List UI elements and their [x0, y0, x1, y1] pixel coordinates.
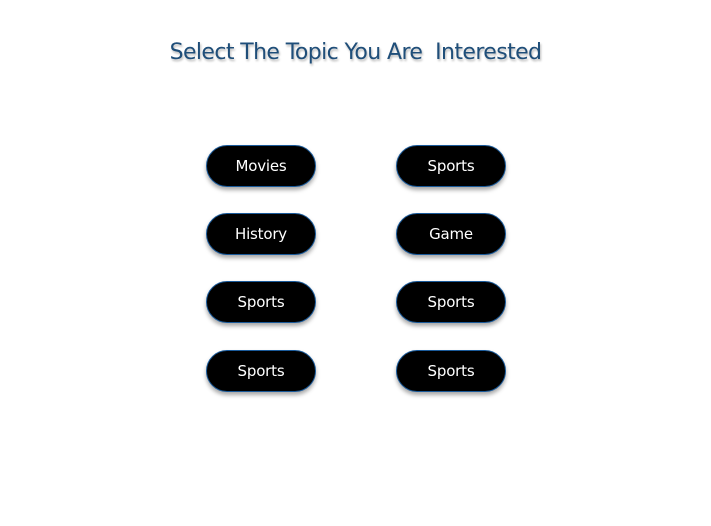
topic-button-sports-4[interactable]: Sports: [206, 350, 316, 392]
topic-button-history[interactable]: History: [206, 213, 316, 255]
topic-button-sports-5[interactable]: Sports: [396, 350, 506, 392]
topic-selection-page: Select The Topic You Are Interested Movi…: [0, 0, 711, 526]
topic-button-sports-2[interactable]: Sports: [206, 281, 316, 323]
topic-button-game[interactable]: Game: [396, 213, 506, 255]
topic-button-movies[interactable]: Movies: [206, 145, 316, 187]
topic-button-sports-3[interactable]: Sports: [396, 281, 506, 323]
topic-button-sports-1[interactable]: Sports: [396, 145, 506, 187]
page-title: Select The Topic You Are Interested: [169, 40, 542, 65]
